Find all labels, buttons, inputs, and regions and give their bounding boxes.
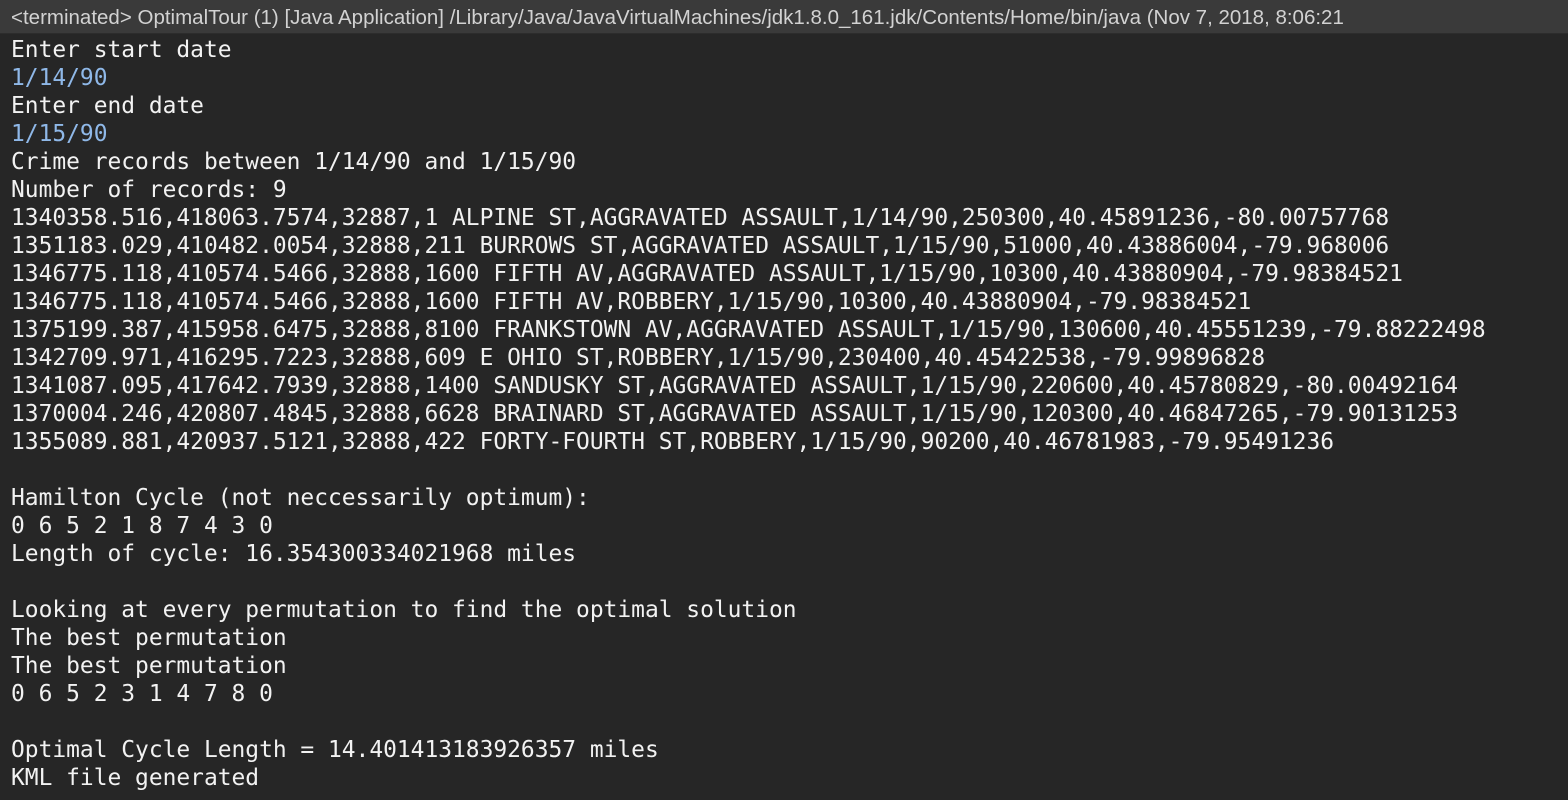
console-input-line: 1/15/90 [11,121,108,147]
console-output-line: Crime records between 1/14/90 and 1/15/9… [11,149,577,175]
console-output-line: The best permutation [11,653,287,679]
console-output-line: 0 6 5 2 3 1 4 7 8 0 [11,681,273,707]
console-output-line: 1351183.029,410482.0054,32888,211 BURROW… [11,233,1390,259]
console-output-line: 1355089.881,420937.5121,32888,422 FORTY-… [11,429,1335,455]
console-output-line: Enter end date [11,93,204,119]
console-title: <terminated> OptimalTour (1) [Java Appli… [11,6,1344,29]
console-output-line: 1370004.246,420807.4845,32888,6628 BRAIN… [11,401,1459,427]
console-output-line: 1346775.118,410574.5466,32888,1600 FIFTH… [11,261,1403,287]
console-output-line: 1341087.095,417642.7939,32888,1400 SANDU… [11,373,1459,399]
console-output-line: 0 6 5 2 1 8 7 4 3 0 [11,513,273,539]
console-output-line: Number of records: 9 [11,177,287,203]
console-output-line: Hamilton Cycle (not neccessarily optimum… [11,485,590,511]
console-input-line: 1/14/90 [11,65,108,91]
console-header: <terminated> OptimalTour (1) [Java Appli… [0,0,1568,34]
console-output-line: Optimal Cycle Length = 14.40141318392635… [11,737,659,763]
console-output-line: Looking at every permutation to find the… [11,597,797,623]
console-output-line: 1346775.118,410574.5466,32888,1600 FIFTH… [11,289,1252,315]
console-output[interactable]: Enter start date 1/14/90 Enter end date 1/1… [11,36,1568,800]
console-output-line: Length of cycle: 16.354300334021968 mile… [11,541,577,567]
console-view: <terminated> OptimalTour (1) [Java Appli… [0,0,1568,800]
console-output-line: 1342709.971,416295.7223,32888,609 E OHIO… [11,345,1266,371]
console-output-line: 1340358.516,418063.7574,32887,1 ALPINE S… [11,205,1390,231]
console-output-line: KML file generated [11,765,260,791]
console-output-line: The best permutation [11,625,287,651]
console-output-line: Enter start date [11,37,232,63]
console-output-line: 1375199.387,415958.6475,32888,8100 FRANK… [11,317,1486,343]
